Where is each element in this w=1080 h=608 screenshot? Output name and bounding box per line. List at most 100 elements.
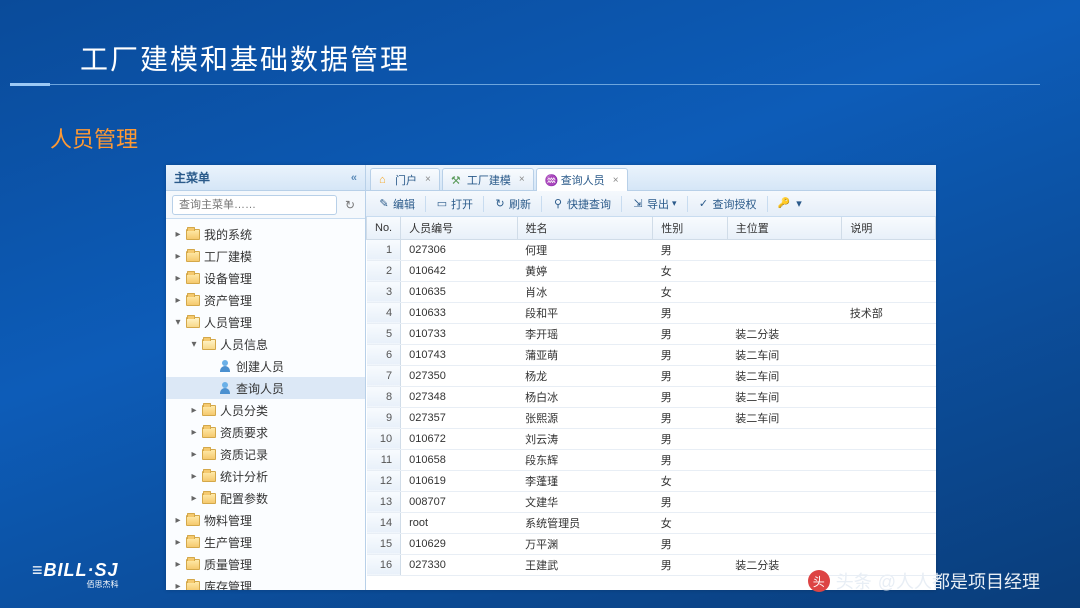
cell: 黄婷	[517, 260, 653, 281]
table-row[interactable]: 8027348杨白冰男装二车间	[367, 386, 936, 407]
column-header[interactable]: 说明	[842, 217, 936, 239]
cell	[842, 260, 936, 281]
toolbar-button[interactable]: ▭打开	[430, 194, 479, 214]
tree-node[interactable]: ▸统计分析	[166, 465, 365, 487]
toolbar-button[interactable]: ↻刷新	[488, 194, 537, 214]
brand-logo: ≡BILL·SJ 佰思杰科	[32, 560, 119, 590]
close-icon[interactable]: ×	[613, 175, 619, 186]
toolbar-button[interactable]: ⇲导出▾	[626, 194, 683, 214]
tab-bar: ⌂门户×⚒工厂建模×♒查询人员×	[366, 165, 936, 191]
table-row[interactable]: 7027350杨龙男装二车间	[367, 365, 936, 386]
cell: 男	[653, 365, 728, 386]
cell	[842, 407, 936, 428]
expand-icon[interactable]: ▸	[188, 471, 200, 482]
table-row[interactable]: 10010672刘云涛男	[367, 428, 936, 449]
table-row[interactable]: 13008707文建华男	[367, 491, 936, 512]
expand-icon[interactable]: ▸	[188, 493, 200, 504]
table-row[interactable]: 15010629万平渊男	[367, 533, 936, 554]
cell: 男	[653, 239, 728, 260]
tab[interactable]: ⚒工厂建模×	[442, 168, 534, 190]
tab[interactable]: ⌂门户×	[370, 168, 440, 190]
table-row[interactable]: 5010733李开瑶男装二分装	[367, 323, 936, 344]
expand-icon[interactable]: ▸	[172, 273, 184, 284]
cell: 5	[367, 323, 401, 344]
search-input[interactable]	[172, 195, 337, 215]
expand-icon[interactable]: ▸	[172, 295, 184, 306]
toolbar-button[interactable]: ⚲快捷查询	[546, 194, 617, 214]
expand-icon[interactable]: ▸	[172, 581, 184, 591]
folder-icon	[202, 405, 216, 416]
folder-icon	[186, 229, 200, 240]
table-row[interactable]: 11010658段东辉男	[367, 449, 936, 470]
collapse-icon[interactable]: «	[351, 172, 357, 184]
tree-node[interactable]: ▸人员分类	[166, 399, 365, 421]
nav-tree[interactable]: ▸我的系统▸工厂建模▸设备管理▸资产管理▾人员管理▾人员信息创建人员查询人员▸人…	[166, 219, 365, 590]
cell	[842, 533, 936, 554]
table-row[interactable]: 1027306何理男	[367, 239, 936, 260]
tab[interactable]: ♒查询人员×	[536, 168, 628, 191]
table-row[interactable]: 4010633段和平男技术部	[367, 302, 936, 323]
table-row[interactable]: 3010635肖冰女	[367, 281, 936, 302]
column-header[interactable]: 姓名	[517, 217, 653, 239]
toolbar-button[interactable]: 🔑▾	[772, 194, 811, 214]
tree-node[interactable]: ▾人员信息	[166, 333, 365, 355]
close-icon[interactable]: ×	[519, 174, 525, 185]
column-header[interactable]: 性别	[653, 217, 728, 239]
column-header[interactable]: 人员编号	[401, 217, 518, 239]
table-row[interactable]: 9027357张熙源男装二车间	[367, 407, 936, 428]
column-header[interactable]: 主位置	[727, 217, 842, 239]
search-go-icon[interactable]: ↻	[341, 196, 359, 214]
cell	[727, 533, 842, 554]
expand-icon[interactable]: ▸	[188, 405, 200, 416]
toolbar-label: 查询授权	[713, 196, 757, 212]
tree-label: 资产管理	[204, 292, 252, 309]
tree-node[interactable]: ▸物料管理	[166, 509, 365, 531]
cell: 男	[653, 386, 728, 407]
table-row[interactable]: 14root系统管理员女	[367, 512, 936, 533]
cell	[842, 239, 936, 260]
table-row[interactable]: 6010743蒲亚萌男装二车间	[367, 344, 936, 365]
table-row[interactable]: 12010619李蓬瑾女	[367, 470, 936, 491]
sidebar: 主菜单 « ↻ ▸我的系统▸工厂建模▸设备管理▸资产管理▾人员管理▾人员信息创建…	[166, 165, 366, 590]
tree-node[interactable]: ▸生产管理	[166, 531, 365, 553]
toolbar-label: 刷新	[509, 196, 531, 212]
toolbar-icon: ▭	[436, 198, 448, 210]
expand-icon[interactable]: ▸	[172, 537, 184, 548]
expand-icon[interactable]: ▸	[188, 449, 200, 460]
tree-node[interactable]: ▸我的系统	[166, 223, 365, 245]
tree-node[interactable]: 创建人员	[166, 355, 365, 377]
expand-icon[interactable]: ▸	[172, 251, 184, 262]
expand-icon[interactable]: ▸	[172, 559, 184, 570]
toolbar-label: 打开	[451, 196, 473, 212]
folder-icon	[186, 559, 200, 570]
tree-node[interactable]: ▸配置参数	[166, 487, 365, 509]
table-row[interactable]: 2010642黄婷女	[367, 260, 936, 281]
expand-icon[interactable]: ▸	[188, 427, 200, 438]
tree-node[interactable]: 查询人员	[166, 377, 365, 399]
expand-icon[interactable]: ▸	[172, 515, 184, 526]
expand-icon[interactable]: ▾	[188, 339, 200, 350]
column-header[interactable]: No.	[367, 217, 401, 239]
data-grid[interactable]: No.人员编号姓名性别主位置说明1027306何理男2010642黄婷女3010…	[366, 217, 936, 590]
cell: 杨白冰	[517, 386, 653, 407]
cell: 008707	[401, 491, 518, 512]
tree-node[interactable]: ▾人员管理	[166, 311, 365, 333]
expand-icon[interactable]: ▾	[172, 317, 184, 328]
tree-node[interactable]: ▸资质要求	[166, 421, 365, 443]
tree-node[interactable]: ▸工厂建模	[166, 245, 365, 267]
tree-node[interactable]: ▸质量管理	[166, 553, 365, 575]
tree-node[interactable]: ▸ 资产管理	[166, 289, 365, 311]
tab-label: 门户	[395, 172, 417, 188]
tree-node[interactable]: ▸设备管理	[166, 267, 365, 289]
tree-node[interactable]: ▸库存管理	[166, 575, 365, 590]
toolbar-separator	[687, 196, 688, 212]
cell: 男	[653, 344, 728, 365]
expand-icon[interactable]: ▸	[172, 229, 184, 240]
toolbar-button[interactable]: ✓查询授权	[692, 194, 763, 214]
toolbar-separator	[483, 196, 484, 212]
toolbar-button[interactable]: ✎编辑	[372, 194, 421, 214]
close-icon[interactable]: ×	[425, 174, 431, 185]
tree-node[interactable]: ▸资质记录	[166, 443, 365, 465]
toolbar-icon: ✎	[378, 198, 390, 210]
toolbar-label: 编辑	[393, 196, 415, 212]
